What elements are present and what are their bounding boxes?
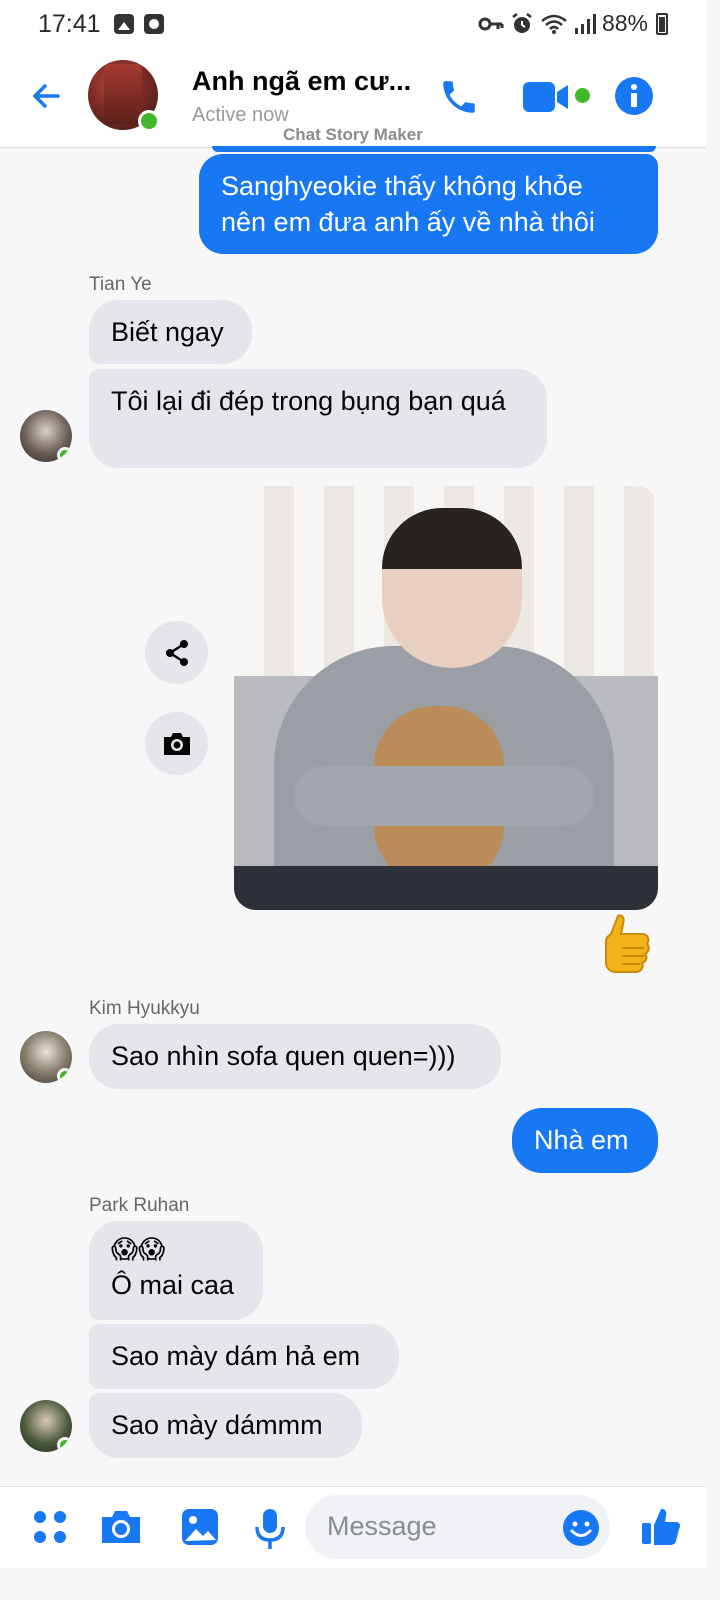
message-input[interactable]: Message — [305, 1495, 610, 1559]
phone-call-icon[interactable] — [438, 76, 480, 118]
composer-bar: Message — [0, 1486, 706, 1568]
share-button[interactable] — [145, 621, 208, 684]
message-bubble-incoming[interactable]: Biết ngay — [89, 300, 252, 364]
shocked-emoji: 😱😱 — [111, 1234, 166, 1264]
clock-notification-icon — [144, 14, 164, 34]
active-status: Active now — [192, 104, 289, 126]
microphone-icon[interactable] — [252, 1507, 288, 1551]
chat-title[interactable]: Anh ngã em cư... — [192, 66, 422, 97]
back-arrow-icon[interactable] — [28, 78, 64, 114]
share-icon — [165, 639, 188, 666]
avatar-kim-hyukkyu[interactable] — [20, 1031, 72, 1083]
message-bubble-incoming[interactable]: Sao mày dám hả em — [89, 1324, 399, 1389]
status-bar: 17:41 88% — [0, 0, 706, 52]
gallery-notification-icon — [114, 14, 134, 34]
status-time: 17:41 — [38, 10, 101, 38]
avatar-park-ruhan[interactable] — [20, 1400, 72, 1452]
emoji-icon[interactable] — [562, 1509, 600, 1547]
message-bubble-incoming[interactable]: Sao nhìn sofa quen quen=))) — [89, 1024, 501, 1089]
shared-photo[interactable] — [234, 486, 658, 910]
sender-name: Tian Ye — [89, 274, 152, 295]
sender-name: Park Ruhan — [89, 1195, 190, 1216]
signal-icon — [574, 13, 596, 34]
gallery-icon[interactable] — [180, 1507, 220, 1547]
camera-reply-button[interactable] — [145, 712, 208, 775]
video-call-icon[interactable] — [522, 80, 574, 114]
video-active-dot — [575, 88, 590, 103]
avatar-tian-ye[interactable] — [20, 410, 72, 462]
watermark: Chat Story Maker — [283, 125, 423, 144]
camera-icon[interactable] — [99, 1507, 143, 1547]
battery-percent: 88% — [601, 10, 648, 36]
apps-grid-icon[interactable] — [30, 1507, 70, 1547]
message-placeholder: Message — [327, 1511, 437, 1541]
key-icon — [478, 17, 504, 30]
message-bubble-incoming[interactable]: Sao mày dámmm — [89, 1393, 362, 1458]
camera-icon — [163, 732, 190, 755]
sender-name: Kim Hyukkyu — [89, 998, 200, 1019]
battery-icon — [656, 12, 668, 35]
alarm-icon — [512, 12, 532, 33]
thumbs-up-emoji-icon[interactable] — [598, 912, 652, 980]
info-icon[interactable] — [614, 76, 654, 116]
message-bubble-outgoing[interactable]: Sanghyeokie thấy không khỏe nên em đưa a… — [199, 154, 658, 254]
wifi-icon — [541, 14, 567, 34]
message-bubble-outgoing[interactable]: Nhà em — [512, 1108, 658, 1173]
thumbs-up-icon[interactable] — [640, 1505, 682, 1547]
previous-message-edge — [212, 146, 656, 152]
online-indicator — [138, 110, 160, 132]
message-bubble-incoming[interactable]: Tôi lại đi đép trong bụng bạn quá — [89, 369, 547, 468]
message-bubble-incoming[interactable]: 😱😱 Ô mai caa — [89, 1221, 263, 1320]
